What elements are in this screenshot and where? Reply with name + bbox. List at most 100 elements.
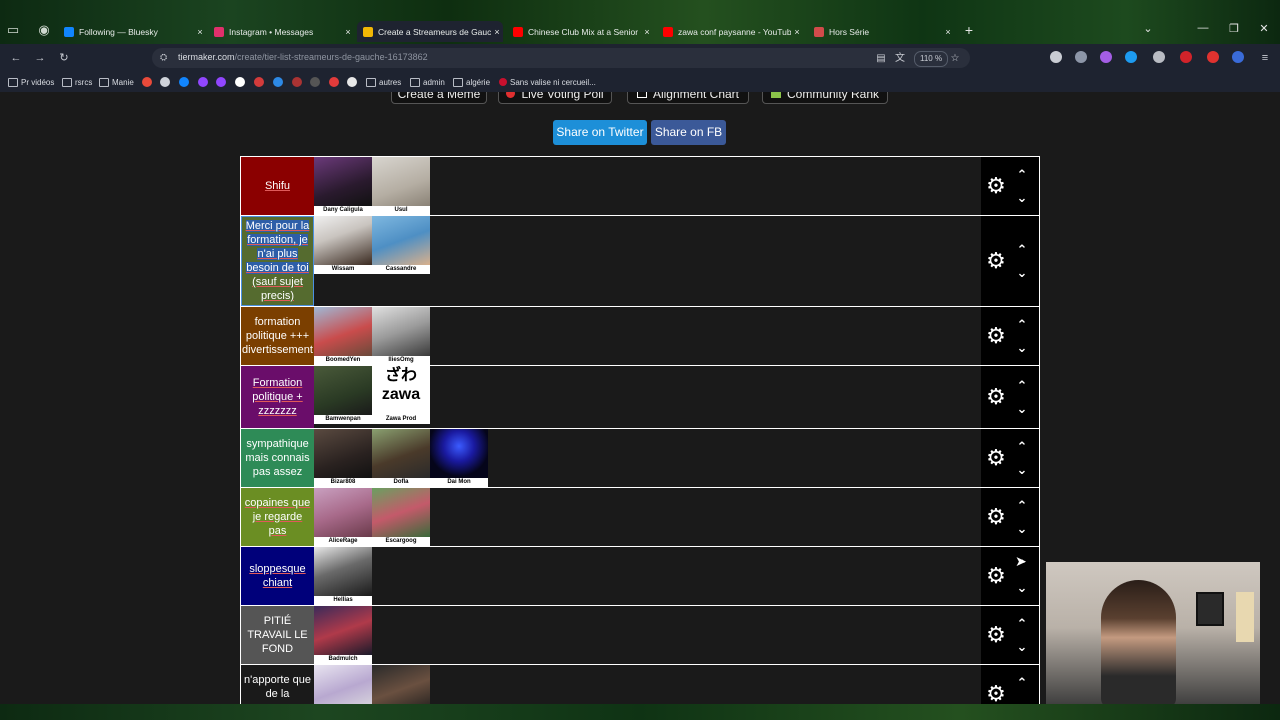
gear-icon[interactable]: ⚙ xyxy=(985,175,1007,197)
community-rank-button[interactable]: Community Rank xyxy=(762,92,888,104)
bookmark-favicon-icon[interactable] xyxy=(254,76,264,88)
bookmark-link[interactable]: Sans valise ni cercueil... xyxy=(499,76,596,88)
chevron-down-icon[interactable]: ⌄ xyxy=(1014,341,1030,354)
tier-item[interactable]: ざわ zawa Zawa Prod xyxy=(372,366,430,424)
adblock-icon[interactable] xyxy=(1180,51,1192,63)
bookmark-favicon-icon[interactable] xyxy=(329,76,339,88)
chevron-up-icon[interactable]: ⌃ xyxy=(1014,318,1030,331)
tier-item[interactable]: Usul xyxy=(372,157,430,215)
bookmark-favicon-icon[interactable] xyxy=(142,76,152,88)
alignment-chart-button[interactable]: Alignment Chart xyxy=(627,92,749,104)
bookmark-folder[interactable]: Pr vidéos xyxy=(8,76,54,88)
tier-label[interactable]: copaines que je regarde pas xyxy=(241,488,314,546)
bookmark-star-icon[interactable]: ☆ xyxy=(948,52,962,66)
window-close-button[interactable]: ✕ xyxy=(1254,22,1274,35)
tier-items[interactable]: Bamwenpan ざわ zawa Zawa Prod xyxy=(314,366,430,428)
tier-item[interactable]: Escargoog xyxy=(372,488,430,546)
bookmark-favicon-icon[interactable] xyxy=(179,76,189,88)
bookmark-favicon-icon[interactable] xyxy=(235,76,245,88)
tab-tiermaker[interactable]: Create a Streameurs de Gauche × xyxy=(357,21,503,42)
tab-youtube-zawa[interactable]: zawa conf paysanne - YouTube × xyxy=(657,21,803,42)
close-icon[interactable]: × xyxy=(491,27,503,37)
bookmark-folder[interactable]: Manie xyxy=(99,76,134,88)
chevron-up-icon[interactable]: ⌃ xyxy=(1014,379,1030,392)
tier-item[interactable]: Hellias xyxy=(314,547,372,605)
reload-icon[interactable]: ↻ xyxy=(56,50,72,66)
tier-label[interactable]: PITIÉ TRAVAIL LE FOND xyxy=(241,606,314,664)
chevron-down-icon[interactable]: ⌄ xyxy=(1014,266,1030,279)
tier-item[interactable]: Cassandre xyxy=(372,216,430,274)
tier-items[interactable]: BoomedYen IliesOmg xyxy=(314,307,430,365)
url-bar[interactable]: ⛭ tiermaker.com/create/tier-list-streame… xyxy=(152,48,970,68)
forward-arrow-icon[interactable]: → xyxy=(32,50,48,66)
gear-icon[interactable]: ⚙ xyxy=(985,565,1007,587)
firefox-view-icon[interactable]: ◉ xyxy=(36,22,52,38)
tier-item[interactable]: Badmulch xyxy=(314,606,372,664)
chevron-up-icon[interactable]: ⌃ xyxy=(1014,168,1030,181)
tier-label[interactable]: sympathique mais connais pas assez xyxy=(241,429,314,487)
tier-label[interactable]: Shifu xyxy=(241,157,314,215)
menu-icon[interactable]: ≡ xyxy=(1257,50,1273,66)
tier-item[interactable]: Bamwenpan xyxy=(314,366,372,424)
share-twitter-button[interactable]: Share on Twitter xyxy=(553,120,647,145)
chevron-down-icon[interactable]: ⌄ xyxy=(1014,402,1030,415)
tier-items[interactable]: AliceRage Escargoog xyxy=(314,488,430,546)
tab-hors-serie[interactable]: Hors Série × xyxy=(808,21,954,42)
chevron-down-icon[interactable]: ⌄ xyxy=(1014,581,1030,594)
bookmark-favicon-icon[interactable] xyxy=(216,76,226,88)
gear-icon[interactable]: ⚙ xyxy=(985,683,1007,705)
bookmark-folder[interactable]: admin xyxy=(410,76,445,88)
tier-items[interactable]: Dany Caligula Usul xyxy=(314,157,430,215)
create-meme-button[interactable]: Create a Meme xyxy=(391,92,487,104)
chevron-up-icon[interactable]: ⌃ xyxy=(1014,243,1030,256)
extension-square-icon[interactable] xyxy=(1232,51,1244,63)
reader-view-icon[interactable]: ▤ xyxy=(874,52,888,66)
tier-item[interactable]: Dai Mon xyxy=(430,429,488,487)
url-text[interactable]: tiermaker.com/create/tier-list-streameur… xyxy=(178,52,428,62)
new-tab-button[interactable]: + xyxy=(959,22,979,38)
close-icon[interactable]: × xyxy=(791,27,803,37)
extension-diamond-icon[interactable] xyxy=(1100,51,1112,63)
chevron-down-icon[interactable]: ⌄ xyxy=(1014,522,1030,535)
zoom-level[interactable]: 110 % xyxy=(914,51,949,67)
tab-list-button[interactable]: ⌄ xyxy=(1138,22,1158,35)
chevron-up-icon[interactable]: ⌃ xyxy=(1014,676,1030,689)
tier-items[interactable]: Bizar808 Dofla Dai Mon xyxy=(314,429,488,487)
extension-blue-icon[interactable] xyxy=(1125,51,1137,63)
tier-label[interactable]: sloppesque chiant xyxy=(241,547,314,605)
bookmark-favicon-icon[interactable] xyxy=(310,76,320,88)
back-arrow-icon[interactable]: ← xyxy=(8,50,24,66)
tier-label[interactable]: Merci pour la formation, je n'ai plus be… xyxy=(241,216,314,306)
bookmark-folder[interactable]: autres xyxy=(366,76,401,88)
bookmark-favicon-icon[interactable] xyxy=(273,76,283,88)
tier-item[interactable]: Bizar808 xyxy=(314,429,372,487)
tier-item[interactable]: Wissam xyxy=(314,216,372,274)
tier-label[interactable]: Formation politique + zzzzzzz xyxy=(241,366,314,428)
account-icon[interactable] xyxy=(1050,51,1062,63)
gear-icon[interactable]: ⚙ xyxy=(985,506,1007,528)
tier-items[interactable]: Badmulch xyxy=(314,606,372,664)
chevron-down-icon[interactable]: ⌄ xyxy=(1014,463,1030,476)
site-info-icon[interactable]: ⛭ xyxy=(160,52,167,63)
bookmark-favicon-icon[interactable] xyxy=(292,76,302,88)
chevron-up-icon[interactable]: ⌃ xyxy=(1014,440,1030,453)
gear-icon[interactable]: ⚙ xyxy=(985,624,1007,646)
tier-item[interactable]: Dofla xyxy=(372,429,430,487)
bookmark-favicon-icon[interactable] xyxy=(198,76,208,88)
tab-youtube-mix[interactable]: Chinese Club Mix at a Senior Ce × xyxy=(507,21,653,42)
share-fb-button[interactable]: Share on FB xyxy=(651,120,726,145)
bookmark-folder[interactable]: rsrcs xyxy=(62,76,92,88)
tier-item[interactable]: Dany Caligula xyxy=(314,157,372,215)
tier-label[interactable]: formation politique +++ divertissement xyxy=(241,307,314,365)
gear-icon[interactable]: ⚙ xyxy=(985,325,1007,347)
extensions-icon[interactable] xyxy=(1075,51,1087,63)
tab-actions-icon[interactable]: ▭ xyxy=(5,22,21,38)
tab-bluesky[interactable]: Following — Bluesky × xyxy=(58,21,206,42)
gear-icon[interactable]: ⚙ xyxy=(985,250,1007,272)
chevron-up-icon[interactable]: ⌃ xyxy=(1014,617,1030,630)
tier-items[interactable]: Wissam Cassandre xyxy=(314,216,430,306)
extension-mask-icon[interactable] xyxy=(1153,51,1165,63)
gear-icon[interactable]: ⚙ xyxy=(985,447,1007,469)
tier-item[interactable]: AliceRage xyxy=(314,488,372,546)
tier-items[interactable]: Hellias xyxy=(314,547,372,605)
